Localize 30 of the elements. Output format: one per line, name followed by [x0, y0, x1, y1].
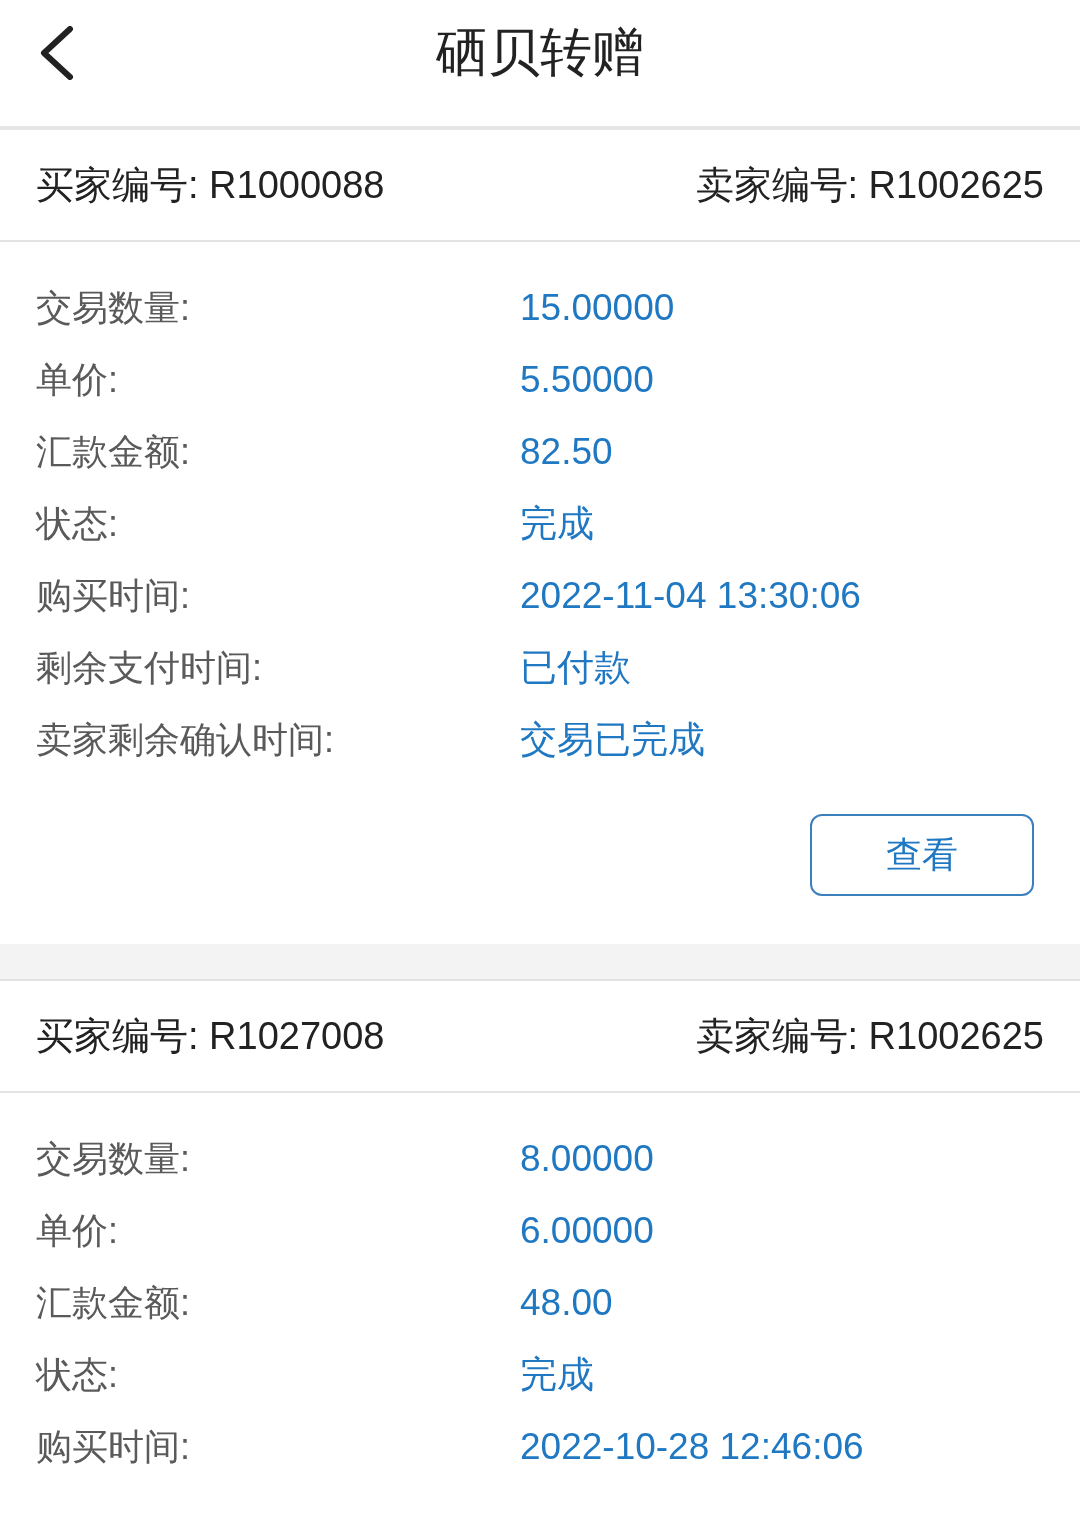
field-label: 交易数量: [36, 286, 191, 330]
field-label: 剩余支付时间: [36, 646, 263, 690]
field-value: 48.00 [520, 1280, 613, 1325]
field-value: 2022-10-28 12:46:06 [520, 1424, 864, 1469]
page-title: 硒贝转赠 [436, 26, 644, 78]
field-value: 5.50000 [520, 357, 654, 402]
field-value: 完成 [520, 501, 594, 546]
field-label: 汇款金额: [36, 430, 191, 474]
field-label: 购买时间: [36, 574, 191, 618]
buyer-id: 买家编号: R1027008 [36, 1013, 385, 1059]
field-value: 8.00000 [520, 1136, 654, 1181]
field-label: 交易数量: [36, 1137, 191, 1181]
field-label: 购买时间: [36, 1425, 191, 1469]
field-label: 状态: [36, 502, 119, 546]
seller-id: 卖家编号: R1002625 [695, 162, 1044, 208]
view-button[interactable]: 查看 [810, 814, 1034, 896]
field-value: 15.00000 [520, 285, 675, 330]
field-label: 汇款金额: [36, 1281, 191, 1325]
field-value: 交易已完成 [520, 717, 705, 762]
field-label: 单价: [36, 358, 119, 402]
field-label: 状态: [36, 1353, 119, 1397]
seller-id: 卖家编号: R1002625 [695, 1013, 1044, 1059]
buyer-id: 买家编号: R1000088 [36, 162, 385, 208]
field-value: 82.50 [520, 429, 613, 474]
field-label: 单价: [36, 1209, 119, 1253]
field-value: 2022-11-04 13:30:06 [520, 573, 861, 618]
field-value: 已付款 [520, 645, 631, 690]
field-value: 6.00000 [520, 1208, 654, 1253]
field-label: 卖家剩余确认时间: [36, 718, 335, 762]
field-value: 完成 [520, 1352, 594, 1397]
